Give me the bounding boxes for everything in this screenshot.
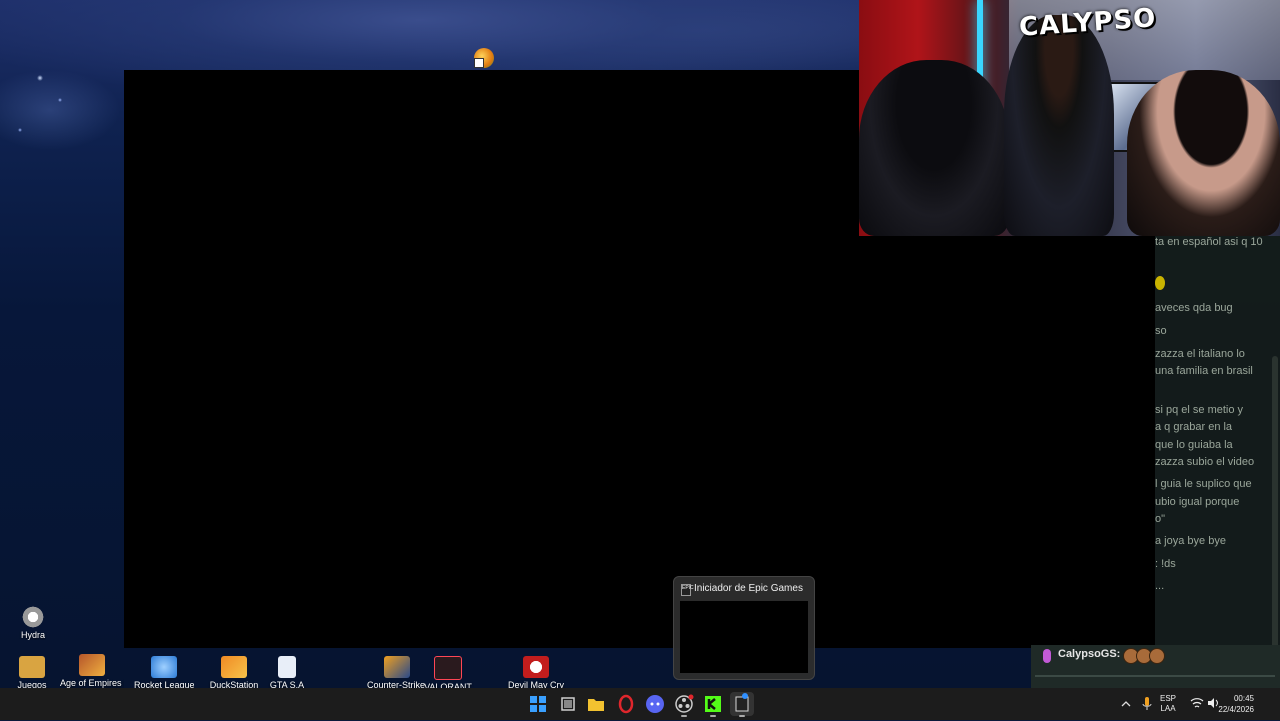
chat-input-area[interactable]: CalypsoGS: xyxy=(1031,645,1280,688)
chat-message: ta en español asi q 10 xyxy=(1155,236,1263,248)
streamer-person xyxy=(1127,70,1280,236)
epic-games-icon xyxy=(735,693,749,712)
streamer-person xyxy=(859,60,1009,236)
desktop-shortcut-icon[interactable] xyxy=(474,48,494,68)
kick-icon xyxy=(705,696,721,712)
file-explorer-button[interactable] xyxy=(584,692,608,716)
chat-username: CalypsoGS: xyxy=(1058,648,1121,660)
webcam-overlay: CALYPSO xyxy=(859,0,1280,236)
task-view-icon xyxy=(561,697,575,711)
chat-message: so xyxy=(1155,325,1167,337)
desktop-icon-juegos[interactable]: Juegos xyxy=(2,656,62,690)
system-clock[interactable]: 00:45 22/4/2026 xyxy=(1218,693,1254,715)
desktop-icon-hydra[interactable]: Hydra xyxy=(3,606,63,640)
file-explorer-icon xyxy=(588,699,604,711)
stream-chat-panel: ta en español asi q 10 aveces qda bug so… xyxy=(1155,236,1280,676)
opera-button[interactable] xyxy=(614,692,638,716)
desktop-icon-label: Hydra xyxy=(20,630,45,640)
obs-button[interactable] xyxy=(672,692,696,717)
kick-button[interactable] xyxy=(701,692,725,717)
windows-start-icon xyxy=(530,696,546,712)
running-indicator xyxy=(681,715,687,717)
discord-icon xyxy=(646,695,664,713)
chat-message: que lo guiaba la xyxy=(1155,439,1233,451)
hydra-icon xyxy=(20,606,46,628)
desktop-icon-gta-sa[interactable]: GTA S.A xyxy=(257,656,317,690)
streamer-person xyxy=(1004,15,1114,236)
obs-icon xyxy=(675,694,694,713)
microphone-icon xyxy=(1043,649,1051,663)
task-view-button[interactable] xyxy=(556,692,580,716)
chat-message: zazza el italiano lo xyxy=(1155,348,1245,360)
epic-games-preview[interactable]: EPIC Iniciador de Epic Games xyxy=(673,576,815,680)
chat-input-field[interactable] xyxy=(1035,675,1275,677)
chat-message: zazza subio el video xyxy=(1155,456,1255,468)
desktop-icon-label: Age of Empires III xyxy=(60,678,124,688)
chat-message: si pq el se metio y xyxy=(1155,404,1244,416)
microphone-icon[interactable] xyxy=(1142,696,1152,712)
preview-thumbnail[interactable] xyxy=(680,601,808,673)
chat-message: ubio igual porque xyxy=(1155,496,1240,508)
running-indicator xyxy=(710,715,716,717)
start-button[interactable] xyxy=(526,692,550,716)
chat-message: aveces qda bug xyxy=(1155,302,1233,314)
discord-button[interactable] xyxy=(643,692,667,716)
desktop-icon-duckstation[interactable]: DuckStation xyxy=(204,656,264,690)
age-of-empires-icon xyxy=(79,654,105,676)
language-label: ESP xyxy=(1160,694,1177,703)
chat-message: a q grabar en la xyxy=(1155,421,1233,433)
wifi-icon[interactable] xyxy=(1190,697,1204,709)
epic-games-icon: EPIC xyxy=(681,584,694,596)
chevron-up-icon[interactable] xyxy=(1120,698,1132,710)
language-indicator[interactable]: ESP LAA xyxy=(1160,694,1176,714)
devil-may-cry-icon xyxy=(523,656,549,678)
desktop-icon-devil-may-cry[interactable]: Devil May Cry xyxy=(506,656,566,690)
chat-message: : !ds xyxy=(1155,558,1176,570)
clock-date: 22/4/2026 xyxy=(1218,705,1254,714)
preview-title: Iniciador de Epic Games xyxy=(694,583,803,594)
chat-scrollbar[interactable] xyxy=(1272,356,1278,656)
counter-strike-icon xyxy=(384,656,410,678)
chat-message: una familia en brasil xyxy=(1155,365,1253,377)
volume-icon[interactable] xyxy=(1207,697,1219,709)
opera-icon xyxy=(618,694,634,714)
duckstation-icon xyxy=(221,656,247,678)
running-indicator xyxy=(739,715,745,717)
clock-time: 00:45 xyxy=(1233,694,1254,703)
desktop-icon-age-of-empires[interactable]: Age of Empires III xyxy=(60,654,124,688)
chat-message: l guia le suplico que xyxy=(1155,478,1252,490)
desktop-icon-rocket-league[interactable]: Rocket League® xyxy=(134,656,194,690)
chat-message: ... xyxy=(1155,580,1165,592)
chat-message: o" xyxy=(1155,513,1166,525)
folder-icon xyxy=(19,656,45,678)
avatar xyxy=(1149,648,1165,664)
keyboard-layout-label: LAA xyxy=(1160,704,1176,713)
rocket-league-icon xyxy=(151,656,177,678)
chat-message: a joya bye bye xyxy=(1155,535,1226,547)
emoji-icon xyxy=(1155,276,1165,290)
file-icon xyxy=(278,656,296,678)
wallpaper-city-lights xyxy=(0,60,130,170)
epic-games-button[interactable] xyxy=(730,692,754,717)
taskbar: ESP LAA 00:45 22/4/2026 xyxy=(0,688,1280,720)
desktop-icon-valorant[interactable]: VALORANT xyxy=(418,656,478,692)
valorant-icon xyxy=(434,656,462,680)
